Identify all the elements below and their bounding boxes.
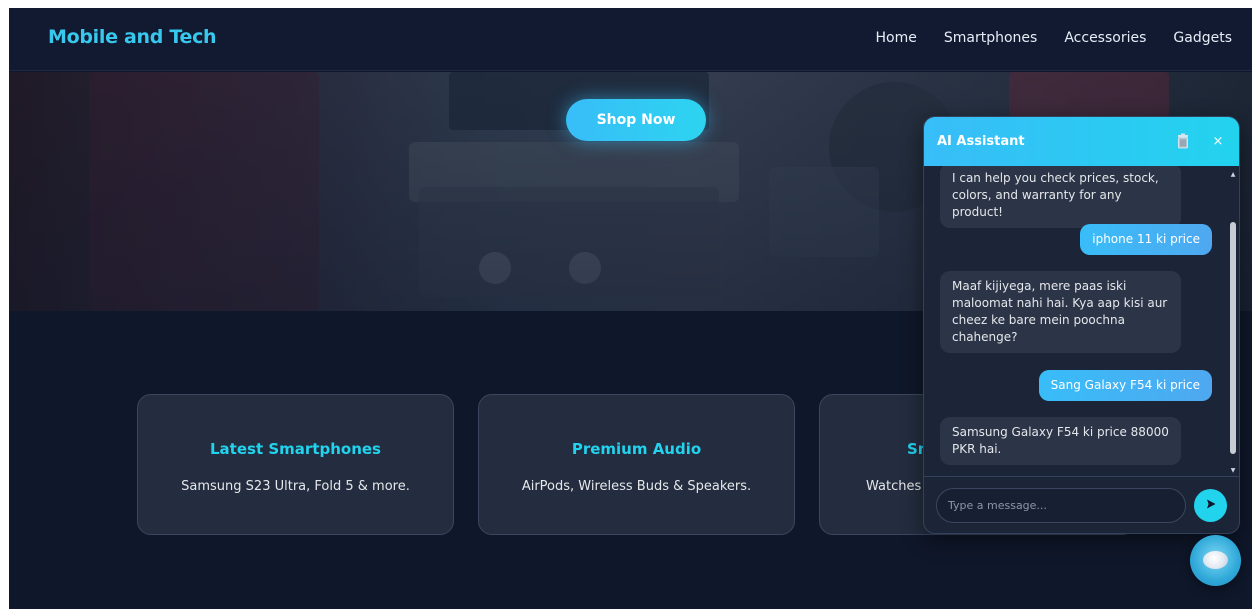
navbar: Mobile and Tech Home Smartphones Accesso… [9, 8, 1252, 71]
card-title: Latest Smartphones [210, 440, 381, 458]
trash-icon [1178, 133, 1188, 149]
chat-widget: AI Assistant × I can help you check pric… [923, 116, 1240, 534]
chat-messages: I can help you check prices, stock, colo… [924, 166, 1239, 476]
chat-header: AI Assistant × [924, 117, 1239, 166]
shop-now-button[interactable]: Shop Now [566, 99, 706, 141]
card-title: Premium Audio [571, 440, 702, 458]
chat-footer [924, 476, 1239, 533]
chat-toggle-button[interactable] [1190, 535, 1241, 586]
chat-scrollbar[interactable]: ▲ ▼ [1229, 170, 1237, 476]
chat-title: AI Assistant [937, 134, 1025, 149]
card-description: AirPods, Wireless Buds & Speakers. [521, 479, 752, 494]
chat-bubble-icon [1203, 551, 1228, 569]
card-description: Samsung S23 Ultra, Fold 5 & more. [181, 479, 410, 494]
user-message: Sang Galaxy F54 ki price [1038, 370, 1212, 401]
nav-smartphones[interactable]: Smartphones [944, 30, 1037, 46]
nav-home[interactable]: Home [876, 30, 917, 46]
nav-links: Home Smartphones Accessories Gadgets [876, 30, 1232, 46]
nav-gadgets[interactable]: Gadgets [1173, 30, 1232, 46]
brand-logo[interactable]: Mobile and Tech [48, 26, 217, 48]
card-premium-audio[interactable]: Premium Audio AirPods, Wireless Buds & S… [478, 394, 795, 535]
close-chat-button[interactable]: × [1210, 132, 1226, 150]
card-latest-smartphones[interactable]: Latest Smartphones Samsung S23 Ultra, Fo… [137, 394, 454, 535]
bot-message: I can help you check prices, stock, colo… [940, 166, 1181, 228]
scroll-thumb[interactable] [1230, 222, 1236, 454]
user-message: iphone 11 ki price [1080, 224, 1212, 255]
clear-chat-button[interactable] [1174, 133, 1192, 151]
send-button[interactable] [1194, 489, 1227, 522]
bot-message: Maaf kijiyega, mere paas iski maloomat n… [940, 271, 1181, 353]
bot-message: Samsung Galaxy F54 ki price 88000 PKR ha… [940, 417, 1181, 465]
scroll-up-arrow-icon[interactable]: ▲ [1229, 170, 1237, 180]
message-input[interactable] [936, 488, 1186, 523]
send-icon [1206, 499, 1215, 509]
scroll-down-arrow-icon[interactable]: ▼ [1229, 466, 1237, 476]
nav-accessories[interactable]: Accessories [1064, 30, 1146, 46]
